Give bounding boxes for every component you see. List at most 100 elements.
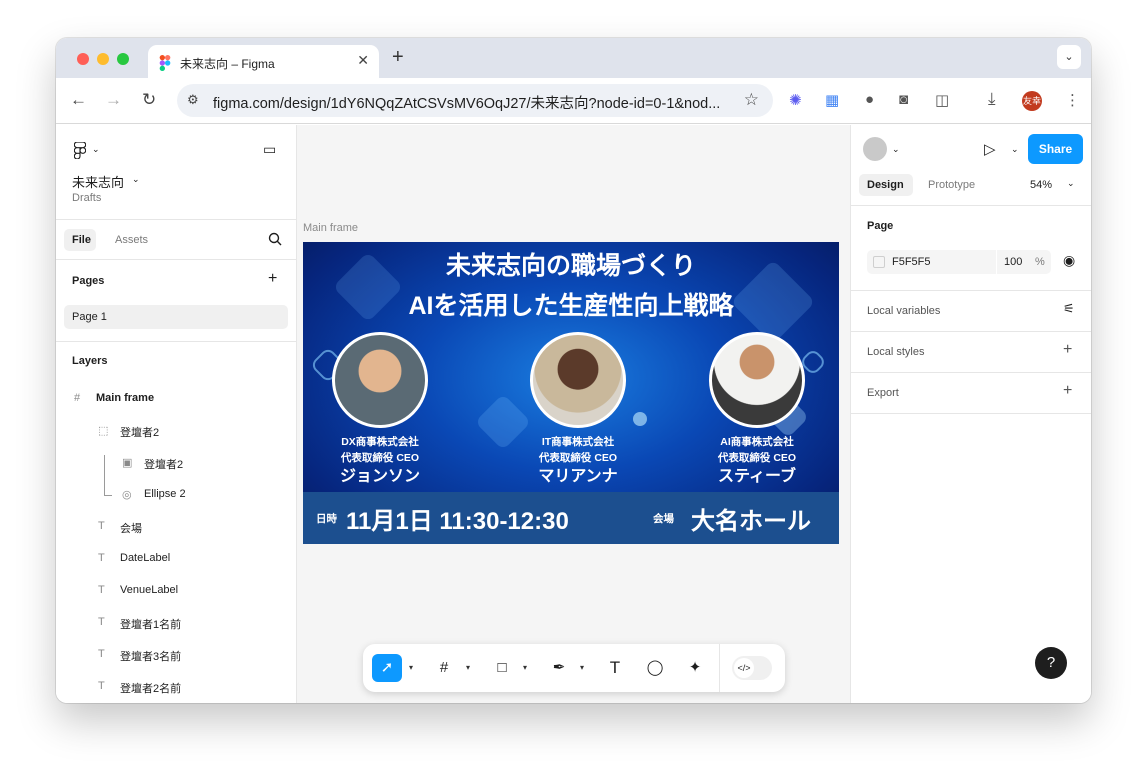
speaker2-role[interactable]: 代表取締役 CEO <box>503 450 653 466</box>
local-styles[interactable]: Local styles <box>867 346 924 358</box>
profile-avatar[interactable]: 友幸 <box>1022 91 1042 111</box>
help-button[interactable]: ? <box>1035 647 1067 679</box>
toggle-sidebar-icon[interactable]: ▭ <box>263 141 276 158</box>
minimize-window-button[interactable] <box>97 53 109 65</box>
frame-label[interactable]: Main frame <box>303 222 358 234</box>
address-bar[interactable]: ⚙ figma.com/design/1dY6NQqZAtCSVsMV6OqJ2… <box>177 84 773 117</box>
chevron-down-icon[interactable]: ⌄ <box>92 144 100 155</box>
speaker1-photo[interactable] <box>332 332 428 428</box>
speaker3-photo[interactable] <box>709 332 805 428</box>
extension-icon[interactable]: ✺ <box>789 91 802 109</box>
zoom-chevron-icon[interactable]: ⌄ <box>1067 178 1075 189</box>
pen-tool-chevron-icon[interactable]: ▾ <box>580 663 584 672</box>
camera-icon[interactable]: ◙ <box>899 91 908 108</box>
speaker1-role[interactable]: 代表取締役 CEO <box>305 450 455 466</box>
present-play-icon[interactable]: ▷ <box>984 140 996 158</box>
left-panel: ⌄ ▭ 未来志向 ⌄ Drafts File Assets Pages + Pa… <box>56 125 297 703</box>
bookmark-star-icon[interactable]: ☆ <box>744 90 759 110</box>
url-text[interactable]: figma.com/design/1dY6NQqZAtCSVsMV6OqJ27/… <box>213 92 733 113</box>
text-tool-icon[interactable]: T <box>600 654 630 682</box>
layer-row[interactable]: T 登壇者3名前 <box>56 639 296 671</box>
present-chevron-icon[interactable]: ⌄ <box>1011 144 1019 155</box>
speaker1-company[interactable]: DX商事株式会社 <box>305 434 455 450</box>
user-avatar[interactable] <box>863 137 887 161</box>
new-tab-button[interactable]: + <box>392 46 404 69</box>
ai-tools-icon[interactable]: ✦ <box>680 654 710 682</box>
canvas[interactable]: Main frame 未来志向の職場づくり AIを活用した生産性向上戦略 DX商… <box>297 125 850 703</box>
eye-icon[interactable]: ◉ <box>1063 252 1075 269</box>
speaker3-name[interactable]: スティーブ <box>682 466 832 488</box>
export-label[interactable]: Export <box>867 387 899 399</box>
speaker2-company[interactable]: IT商事株式会社 <box>503 434 653 450</box>
site-settings-icon[interactable]: ⚙ <box>187 92 199 108</box>
speaker1-name[interactable]: ジョンソン <box>305 466 455 488</box>
speaker2-name[interactable]: マリアンナ <box>503 466 653 488</box>
local-variables[interactable]: Local variables <box>867 305 940 317</box>
maximize-window-button[interactable] <box>117 53 129 65</box>
color-swatch[interactable] <box>873 256 885 268</box>
move-tool-icon[interactable]: ➚ <box>372 654 402 682</box>
layer-row[interactable]: T 会場 <box>56 511 296 543</box>
tab-file[interactable]: File <box>64 229 96 251</box>
zoom-level[interactable]: 54% <box>1030 179 1052 191</box>
layer-row[interactable]: ◎ Ellipse 2 <box>56 479 296 511</box>
layer-row[interactable]: T 登壇者2名前 <box>56 671 296 703</box>
translate-icon[interactable]: ▦ <box>825 91 839 109</box>
extensions-puzzle-icon[interactable]: ◫ <box>935 91 949 109</box>
frame-tool-icon[interactable]: # <box>429 654 459 682</box>
page-fill-field[interactable]: F5F5F5 100 % <box>867 250 1051 274</box>
pen-tool-icon[interactable]: ✒ <box>544 654 574 682</box>
browser-tab[interactable]: 未来志向 – Figma ✕ <box>148 45 379 78</box>
main-frame-poster[interactable]: 未来志向の職場づくり AIを活用した生産性向上戦略 DX商事株式会社 代表取締役… <box>303 242 839 544</box>
chevron-down-icon[interactable]: ⌄ <box>892 144 900 155</box>
text-icon: T <box>98 552 105 564</box>
move-tool-chevron-icon[interactable]: ▾ <box>409 663 413 672</box>
file-name[interactable]: 未来志向 <box>72 172 124 191</box>
date-label[interactable]: 日時 <box>316 511 337 526</box>
poster-title-line1[interactable]: 未来志向の職場づくり <box>303 246 839 282</box>
browser-menu-icon[interactable]: ⋮ <box>1065 91 1080 109</box>
comment-tool-icon[interactable]: ◯ <box>640 654 670 682</box>
layer-row[interactable]: T 登壇者1名前 <box>56 607 296 639</box>
tab-design[interactable]: Design <box>859 174 913 196</box>
forward-icon[interactable]: → <box>105 90 122 110</box>
page-color-hex[interactable]: F5F5F5 <box>892 256 931 268</box>
figma-app: ⌄ ▭ 未来志向 ⌄ Drafts File Assets Pages + Pa… <box>56 125 1091 703</box>
variables-adjust-icon[interactable]: ⚟ <box>1063 301 1075 317</box>
add-page-icon[interactable]: + <box>268 270 277 288</box>
venue-value[interactable]: 大名ホール <box>691 501 811 536</box>
layer-row-main-frame[interactable]: # Main frame <box>56 383 296 415</box>
close-window-button[interactable] <box>77 53 89 65</box>
frame-tool-chevron-icon[interactable]: ▾ <box>466 663 470 672</box>
speaker3-company[interactable]: AI商事株式会社 <box>682 434 832 450</box>
microphone-icon[interactable]: ● <box>865 91 874 108</box>
layer-row[interactable]: ▣ 登壇者2 <box>56 447 296 479</box>
tab-assets[interactable]: Assets <box>115 234 148 246</box>
search-icon[interactable] <box>268 232 282 246</box>
dev-mode-toggle[interactable]: </> <box>732 656 772 680</box>
rectangle-tool-icon[interactable]: □ <box>487 654 517 682</box>
file-name-chevron-icon[interactable]: ⌄ <box>132 174 140 185</box>
reload-icon[interactable]: ↻ <box>142 90 156 110</box>
download-icon[interactable]: ⤓ <box>988 89 996 109</box>
tab-search-icon[interactable]: ⌄ <box>1057 45 1081 69</box>
file-location[interactable]: Drafts <box>72 192 101 204</box>
layer-row[interactable]: T VenueLabel <box>56 575 296 607</box>
close-tab-icon[interactable]: ✕ <box>357 52 369 69</box>
figma-menu-icon[interactable] <box>74 142 86 159</box>
venue-label[interactable]: 会場 <box>653 511 674 526</box>
page-item-page-1[interactable]: Page 1 <box>64 305 288 329</box>
speaker3-role[interactable]: 代表取締役 CEO <box>682 450 832 466</box>
add-style-icon[interactable]: + <box>1063 341 1072 359</box>
layer-row[interactable]: ⬚ 登壇者2 <box>56 415 296 447</box>
speaker2-photo[interactable] <box>530 332 626 428</box>
share-button[interactable]: Share <box>1028 134 1083 164</box>
back-icon[interactable]: ← <box>70 90 87 110</box>
shape-tool-chevron-icon[interactable]: ▾ <box>523 663 527 672</box>
layer-row[interactable]: T DateLabel <box>56 543 296 575</box>
page-opacity[interactable]: 100 <box>1004 256 1022 268</box>
date-value[interactable]: 11月1日 11:30-12:30 <box>346 501 569 536</box>
tab-prototype[interactable]: Prototype <box>928 179 975 191</box>
add-export-icon[interactable]: + <box>1063 382 1072 400</box>
poster-title-line2[interactable]: AIを活用した生産性向上戦略 <box>303 286 839 322</box>
